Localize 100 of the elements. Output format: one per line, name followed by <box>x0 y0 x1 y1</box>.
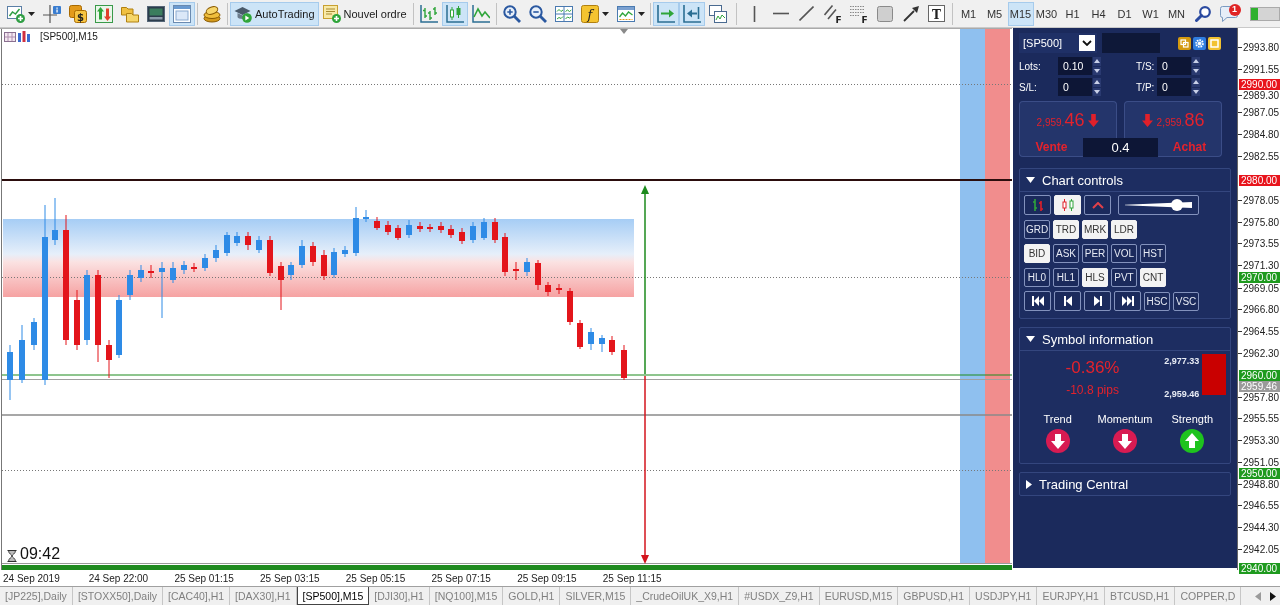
dropdown-button[interactable] <box>1079 35 1095 51</box>
price-label: 2951.05 <box>1238 456 1280 468</box>
toolbar-button[interactable]: T <box>923 1 950 26</box>
chart-tab[interactable]: [STOXX50],Daily <box>72 587 164 605</box>
chart-tab[interactable]: #USDX_Z9,H1 <box>739 587 820 605</box>
chart-tab[interactable]: GBPUSD,H1 <box>898 587 971 605</box>
chart-tab[interactable]: [DJI30],H1 <box>369 587 430 605</box>
chevron-down-icon <box>1082 40 1092 46</box>
toggle-button[interactable]: VSC <box>1173 291 1199 311</box>
candle <box>470 221 476 244</box>
chart-tab[interactable]: [NQ100],M15 <box>429 587 504 605</box>
toolbar-button[interactable]: Nouvel ordre <box>318 1 411 26</box>
toggle-button[interactable]: GRD <box>1024 219 1050 239</box>
section-header[interactable]: Symbol information <box>1020 328 1230 351</box>
toggle-button[interactable]: PVT <box>1111 267 1137 287</box>
timeframe-button[interactable]: M1 <box>955 1 982 26</box>
chart-tab[interactable]: GOLD,H1 <box>503 587 561 605</box>
toggle-button[interactable] <box>1084 291 1111 311</box>
toggle-button[interactable]: VOL <box>1111 243 1137 263</box>
candle <box>492 217 498 244</box>
timeframe-button[interactable]: M30 <box>1033 1 1060 26</box>
section-header[interactable]: Trading Central <box>1020 473 1230 495</box>
link-icon[interactable] <box>1178 36 1191 50</box>
toolbar-button[interactable]: AutoTrading <box>230 1 319 26</box>
grid-windows-icon <box>554 4 573 23</box>
chart-tab[interactable]: EURUSD,M15 <box>819 587 899 605</box>
toolbar-button[interactable] <box>678 1 705 26</box>
chart-tab[interactable]: COPPER,D <box>1175 587 1242 605</box>
text-icon: T <box>928 5 945 22</box>
caret-down-icon <box>1094 89 1100 94</box>
toggle-button[interactable]: HSC <box>1144 291 1170 311</box>
toggle-button[interactable] <box>1114 291 1141 311</box>
number-field[interactable]: 0 <box>1157 78 1191 96</box>
timeframe-button[interactable]: M5 <box>981 1 1008 26</box>
price-label: 2966.80 <box>1238 303 1280 315</box>
toggle-button[interactable]: MRK <box>1082 219 1108 239</box>
chart-tab[interactable]: USDJPY,H1 <box>970 587 1038 605</box>
number-field[interactable]: 0.10 <box>1058 57 1092 75</box>
chart-tab[interactable]: SILVER,M15 <box>560 587 632 605</box>
low-price: 2,959.46 <box>1164 389 1200 399</box>
chart-tab[interactable]: [SP500],M15 <box>296 587 370 605</box>
chart-tab[interactable]: [CAC40],H1 <box>163 587 231 605</box>
timeframe-button[interactable]: H4 <box>1085 1 1112 26</box>
price-label: 2964.55 <box>1238 325 1280 337</box>
timeframe-button[interactable]: M15 <box>1007 1 1034 26</box>
frame-icon[interactable] <box>1208 36 1221 50</box>
spin-down-button[interactable] <box>1192 66 1200 75</box>
slider[interactable] <box>1118 195 1199 215</box>
chart-tab[interactable]: [DAX30],H1 <box>230 587 297 605</box>
number-field[interactable]: 0 <box>1058 78 1092 96</box>
spin-up-button[interactable] <box>1093 57 1101 66</box>
toggle-button[interactable]: PER <box>1082 243 1108 263</box>
tab-scroll-button[interactable] <box>1267 589 1278 603</box>
toggle-button[interactable]: TRD <box>1053 219 1079 239</box>
number-field[interactable]: 0 <box>1157 57 1191 75</box>
toggle-button[interactable]: HL0 <box>1024 267 1050 287</box>
timeframe-button[interactable]: H1 <box>1059 1 1086 26</box>
spin-up-button[interactable] <box>1093 78 1101 87</box>
gear-icon[interactable] <box>1193 36 1206 50</box>
chart-tab[interactable]: BTCUSD,H1 <box>1104 587 1176 605</box>
toggle-button[interactable]: BID <box>1024 243 1050 263</box>
timeframe-button[interactable]: MN <box>1163 1 1190 26</box>
spin-down-button[interactable] <box>1192 87 1200 96</box>
slider-thumb[interactable] <box>1170 199 1183 211</box>
toggle-button[interactable]: LDR <box>1111 219 1137 239</box>
toggle-button[interactable] <box>1024 291 1051 311</box>
candle <box>224 231 230 257</box>
input-field[interactable] <box>1102 33 1160 53</box>
toggle-button[interactable] <box>1084 195 1111 215</box>
timeframe-button[interactable]: W1 <box>1137 1 1164 26</box>
toolbar-button[interactable]: f <box>576 1 613 26</box>
caret-up-icon <box>1094 80 1100 85</box>
chart-tab[interactable]: [JP225],Daily <box>0 587 73 605</box>
candle <box>321 249 327 281</box>
toggle-button[interactable]: HLS <box>1082 267 1108 287</box>
toggle-button[interactable]: HST <box>1140 243 1166 263</box>
candles-icon <box>445 4 464 23</box>
spin-up-button[interactable] <box>1192 78 1200 87</box>
price-marker: 2950.00 <box>1239 467 1280 479</box>
symbol-select[interactable]: [SP500] <box>1019 33 1097 53</box>
chart-tab[interactable]: _CrudeOilUK_X9,H1 <box>631 587 740 605</box>
price-label: 2971.30 <box>1238 260 1280 272</box>
toggle-button[interactable] <box>1024 195 1051 215</box>
spin-up-button[interactable] <box>1192 57 1200 66</box>
toggle-button[interactable]: CNT <box>1140 267 1166 287</box>
spin-down-button[interactable] <box>1093 66 1101 75</box>
spread-field[interactable]: 0.4 <box>1083 138 1158 157</box>
time-label: 25 Sep 03:15 <box>260 572 320 584</box>
chart-tab[interactable]: EURJPY,H1 <box>1037 587 1105 605</box>
section-header[interactable]: Chart controls <box>1020 169 1230 192</box>
notifications-button[interactable]: 1 <box>1215 1 1242 26</box>
spin-down-button[interactable] <box>1093 87 1101 96</box>
timeframe-button[interactable]: D1 <box>1111 1 1138 26</box>
arrow-icon <box>902 5 919 22</box>
time-label: 24 Sep 2019 <box>3 572 60 584</box>
toggle-button[interactable] <box>1054 291 1081 311</box>
toggle-button[interactable]: ASK <box>1053 243 1079 263</box>
toggle-button[interactable]: HL1 <box>1053 267 1079 287</box>
time-label: 25 Sep 05:15 <box>345 572 406 584</box>
candle <box>374 216 380 231</box>
